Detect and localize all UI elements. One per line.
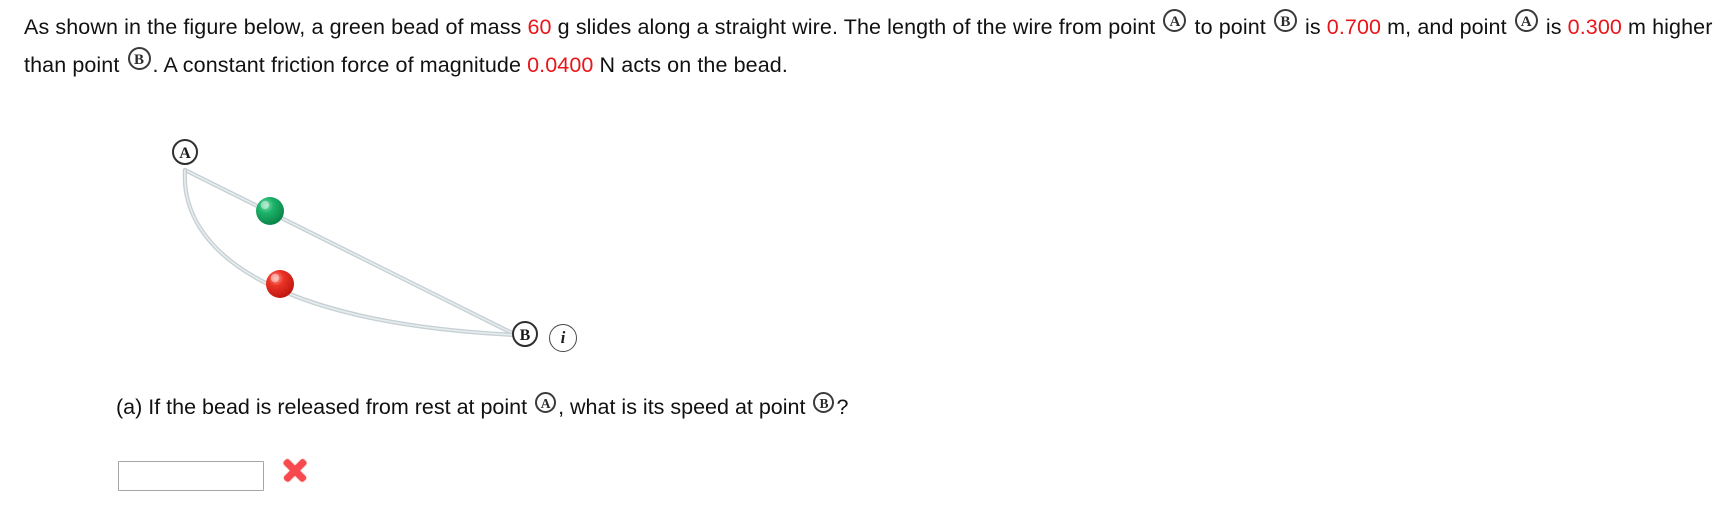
red-bead [266, 270, 294, 298]
statement-text-3: to point [1188, 15, 1272, 39]
statement-text-8: . A constant friction force of magnitude [152, 53, 528, 77]
statement-text-2: g slides along a straight wire. The leng… [551, 15, 1162, 39]
info-icon[interactable]: i [549, 324, 577, 352]
friction-value: 0.0400 [527, 53, 594, 77]
question-a-suffix: ? [836, 395, 849, 419]
green-bead [256, 197, 284, 225]
problem-statement: As shown in the figure below, a green be… [24, 8, 1714, 84]
point-a-badge: A [535, 392, 557, 413]
answer-input[interactable] [118, 461, 264, 491]
point-a-badge: A [1514, 9, 1538, 32]
height-value: 0.300 [1567, 15, 1622, 39]
figure-point-b-label: B [512, 321, 538, 347]
point-b-badge: B [1273, 9, 1297, 32]
green-bead-highlight [260, 200, 270, 210]
straight-wire-highlight [184, 169, 517, 336]
answer-row [118, 458, 310, 493]
question-a-middle: , what is its speed at point [558, 395, 812, 419]
point-a-badge: A [1163, 9, 1187, 32]
physics-figure: A B i [120, 125, 640, 375]
statement-text-5: m, and point [1381, 15, 1513, 39]
figure-point-a-label: A [172, 139, 198, 165]
statement-text-4: is [1298, 15, 1327, 39]
mass-value: 60 [527, 15, 552, 39]
problem-page: As shown in the figure below, a green be… [0, 0, 1730, 514]
question-a: (a) If the bead is released from rest at… [116, 390, 848, 424]
point-b-badge: B [813, 392, 835, 413]
statement-text-9: N acts on the bead. [593, 53, 788, 77]
question-a-prefix: (a) If the bead is released from rest at… [116, 395, 534, 419]
point-b-badge: B [127, 47, 151, 70]
statement-text-6: is [1539, 15, 1568, 39]
wire-length-value: 0.700 [1326, 15, 1382, 39]
incorrect-mark-icon [280, 458, 310, 493]
red-bead-highlight [270, 273, 280, 283]
statement-text-1: As shown in the figure below, a green be… [24, 15, 528, 39]
